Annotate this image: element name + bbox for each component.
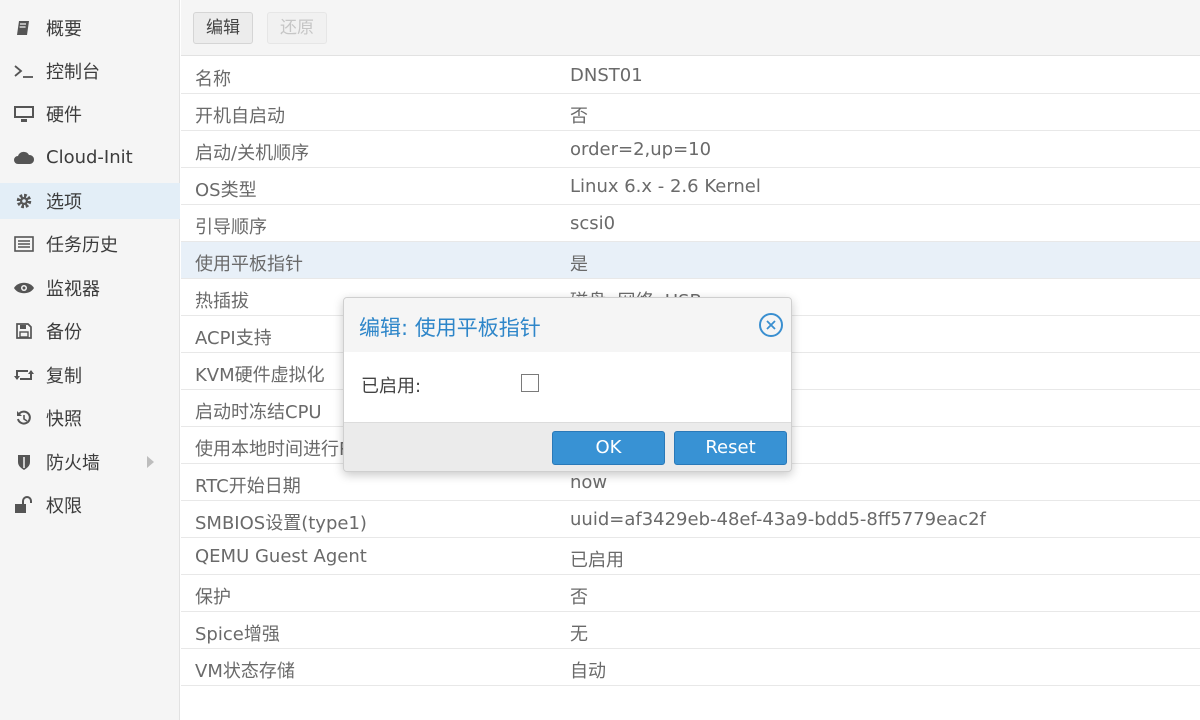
eye-icon <box>12 278 36 298</box>
property-value: uuid=af3429eb-48ef-43a9-bdd5-8ff5779eac2… <box>570 509 986 530</box>
property-name: Spice增强 <box>195 624 280 645</box>
sidebar-item-monitor[interactable]: 监视器 <box>0 270 180 306</box>
sidebar-item-label: 控制台 <box>46 62 100 83</box>
property-value: now <box>570 472 608 493</box>
sidebar-item-firewall[interactable]: 防火墙 <box>0 444 180 480</box>
property-name: 启动时冻结CPU <box>195 402 322 423</box>
sidebar-item-label: 复制 <box>46 366 82 387</box>
property-value: 已启用 <box>570 550 624 571</box>
property-value: order=2,up=10 <box>570 139 712 160</box>
property-value: 是 <box>570 254 588 275</box>
property-name: VM状态存储 <box>195 661 295 682</box>
submenu-arrow-icon[interactable] <box>147 456 154 468</box>
property-name: 使用平板指针 <box>195 254 303 275</box>
edit-dialog: 编辑: 使用平板指针 已启用: OK Reset <box>343 297 792 472</box>
sidebar-item-options[interactable]: 选项 <box>0 183 180 219</box>
sidebar-item-label: 硬件 <box>46 105 82 126</box>
gear-icon <box>12 191 36 211</box>
history-icon <box>12 408 36 428</box>
sidebar-item-label: Cloud-Init <box>46 146 133 168</box>
sidebar-item-label: 备份 <box>46 322 82 343</box>
sidebar-item-label: 快照 <box>46 409 82 430</box>
list-icon <box>12 234 36 254</box>
sidebar-item-summary[interactable]: 概要 <box>0 10 180 46</box>
unlock-icon <box>12 495 36 515</box>
sidebar: 概要 控制台 硬件 Cloud-Init 选项 任务历史 监视器 备份 复制 快… <box>0 0 180 720</box>
revert-button[interactable]: 还原 <box>267 12 327 44</box>
dialog-footer: OK Reset <box>344 422 791 471</box>
property-name: 引导顺序 <box>195 217 267 238</box>
property-value: 否 <box>570 587 588 608</box>
property-name: SMBIOS设置(type1) <box>195 513 367 534</box>
enabled-checkbox[interactable] <box>521 374 539 392</box>
property-name: 启动/关机顺序 <box>195 143 310 164</box>
retweet-icon <box>12 365 36 385</box>
sidebar-item-hardware[interactable]: 硬件 <box>0 96 180 132</box>
property-name: 保护 <box>195 587 231 608</box>
floppy-icon <box>12 321 36 341</box>
property-row-startup[interactable]: 启动/关机顺序 order=2,up=10 <box>181 131 1200 168</box>
property-name: 开机自启动 <box>195 106 285 127</box>
dialog-body: 已启用: <box>344 352 791 422</box>
sidebar-item-label: 概要 <box>46 19 82 40</box>
monitor-icon <box>12 104 36 124</box>
property-row-name[interactable]: 名称 DNST01 <box>181 57 1200 94</box>
property-name: ACPI支持 <box>195 328 272 349</box>
property-row-agent[interactable]: QEMU Guest Agent 已启用 <box>181 538 1200 575</box>
property-value: scsi0 <box>570 213 616 234</box>
enabled-label: 已启用: <box>361 376 422 397</box>
property-name: 热插拔 <box>195 291 249 312</box>
property-name: 名称 <box>195 69 231 90</box>
property-value: 否 <box>570 106 588 127</box>
toolbar: 编辑 还原 <box>181 0 1200 56</box>
sidebar-item-snapshot[interactable]: 快照 <box>0 400 180 436</box>
ok-button[interactable]: OK <box>552 431 665 465</box>
sidebar-item-replication[interactable]: 复制 <box>0 357 180 393</box>
sidebar-item-console[interactable]: 控制台 <box>0 53 180 89</box>
property-row-smbios[interactable]: SMBIOS设置(type1) uuid=af3429eb-48ef-43a9-… <box>181 501 1200 538</box>
sidebar-item-label: 权限 <box>46 496 82 517</box>
cloud-icon <box>12 147 36 167</box>
dialog-header: 编辑: 使用平板指针 <box>344 298 791 352</box>
property-row-vmstate[interactable]: VM状态存储 自动 <box>181 649 1200 686</box>
property-row-boot-order[interactable]: 引导顺序 scsi0 <box>181 205 1200 242</box>
edit-button[interactable]: 编辑 <box>193 12 253 44</box>
property-name: KVM硬件虚拟化 <box>195 365 325 386</box>
property-row-protection[interactable]: 保护 否 <box>181 575 1200 612</box>
sidebar-item-task-history[interactable]: 任务历史 <box>0 226 180 262</box>
property-value: 无 <box>570 624 588 645</box>
sidebar-item-backup[interactable]: 备份 <box>0 313 180 349</box>
property-value: Linux 6.x - 2.6 Kernel <box>570 176 761 197</box>
sidebar-item-label: 任务历史 <box>46 235 118 256</box>
close-icon[interactable] <box>759 313 783 337</box>
book-icon <box>12 18 36 38</box>
terminal-icon <box>12 61 36 81</box>
reset-button[interactable]: Reset <box>674 431 787 465</box>
sidebar-item-label: 监视器 <box>46 279 100 300</box>
property-row-onboot[interactable]: 开机自启动 否 <box>181 94 1200 131</box>
property-value: 自动 <box>570 661 606 682</box>
property-row-tablet[interactable]: 使用平板指针 是 <box>181 242 1200 279</box>
sidebar-item-cloud-init[interactable]: Cloud-Init <box>0 139 180 175</box>
property-name: QEMU Guest Agent <box>195 546 367 567</box>
shield-icon <box>12 452 36 472</box>
property-name: OS类型 <box>195 180 257 201</box>
dialog-title: 编辑: 使用平板指针 <box>359 316 541 340</box>
sidebar-item-label: 选项 <box>46 192 82 213</box>
property-row-spice[interactable]: Spice增强 无 <box>181 612 1200 649</box>
sidebar-item-permissions[interactable]: 权限 <box>0 487 180 523</box>
property-row-ostype[interactable]: OS类型 Linux 6.x - 2.6 Kernel <box>181 168 1200 205</box>
sidebar-item-label: 防火墙 <box>46 453 100 474</box>
property-name: RTC开始日期 <box>195 476 301 497</box>
property-value: DNST01 <box>570 65 643 86</box>
